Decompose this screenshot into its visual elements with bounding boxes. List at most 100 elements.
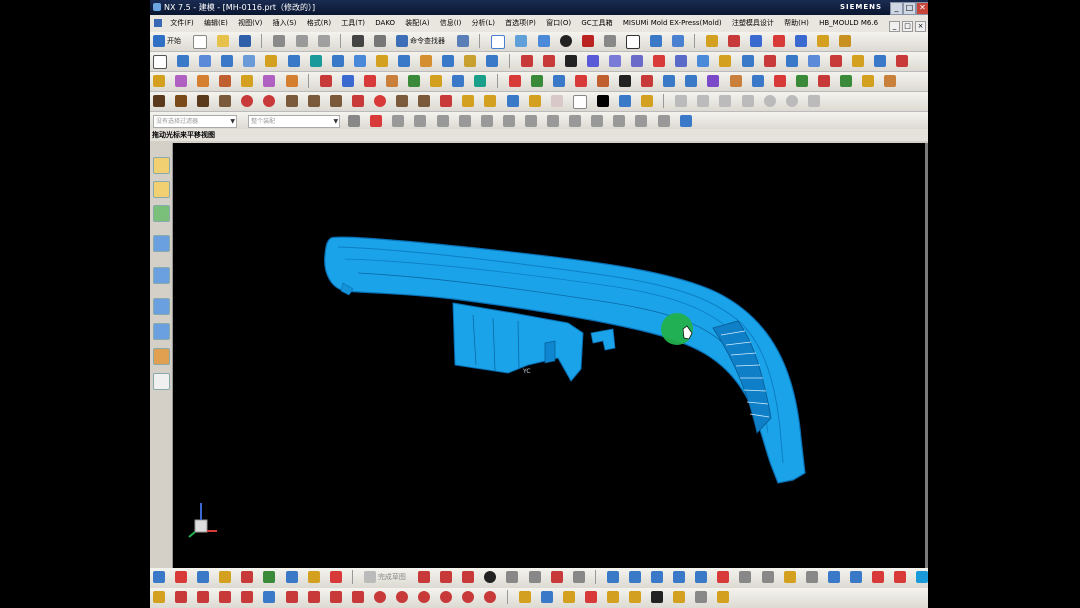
- general-filter-icon[interactable]: [348, 115, 361, 127]
- curve-offset-icon[interactable]: [329, 591, 342, 603]
- layer-icon[interactable]: [672, 35, 685, 47]
- menu-information[interactable]: 信息(I): [436, 15, 466, 32]
- curve-endpoint-icon[interactable]: [484, 591, 497, 603]
- point-tool-icon[interactable]: [807, 95, 820, 107]
- new-file-icon[interactable]: [193, 35, 208, 49]
- sketch-orient-icon[interactable]: [197, 571, 210, 583]
- csys-icon[interactable]: [794, 35, 807, 47]
- curve-point-icon[interactable]: [373, 591, 386, 603]
- snap-existing-icon[interactable]: [524, 115, 537, 127]
- menu-file[interactable]: 文件(F): [166, 15, 198, 32]
- cooling-icon[interactable]: [663, 75, 676, 87]
- hb-support-icon[interactable]: [396, 95, 409, 107]
- offset-region-icon[interactable]: [197, 75, 210, 87]
- curve-info-icon[interactable]: [673, 591, 686, 603]
- parting-icon[interactable]: [474, 75, 487, 87]
- hb-tool-icon[interactable]: [641, 95, 654, 107]
- menu-view[interactable]: 视图(V): [234, 15, 266, 32]
- sketch-arc-icon[interactable]: [462, 571, 475, 583]
- snap-midpoint-icon[interactable]: [414, 115, 427, 127]
- ejector-pin-icon[interactable]: [552, 75, 565, 87]
- roles-icon[interactable]: [153, 348, 170, 365]
- menu-gc-toolkit[interactable]: GC工具箱: [577, 15, 616, 32]
- curve-tool-icon[interactable]: [719, 95, 732, 107]
- hb-pin-icon[interactable]: [285, 95, 298, 107]
- process-studio-icon[interactable]: [153, 323, 170, 340]
- hb-spring-icon[interactable]: [329, 95, 342, 107]
- constraint-navigator-icon[interactable]: [153, 181, 170, 198]
- extract-curve-icon[interactable]: [675, 55, 688, 67]
- electrode-icon[interactable]: [685, 75, 698, 87]
- curve-length-icon[interactable]: [540, 591, 553, 603]
- menu-misumi[interactable]: MISUMi Mold EX-Press(Mold): [619, 15, 726, 32]
- menu-analysis[interactable]: 分析(L): [468, 15, 499, 32]
- redo-icon[interactable]: [373, 35, 386, 47]
- curve-intersect-icon[interactable]: [462, 591, 475, 603]
- snap-quadrant-icon[interactable]: [502, 115, 515, 127]
- curve-export-icon[interactable]: [717, 591, 730, 603]
- snap-control-icon[interactable]: [436, 115, 449, 127]
- hb-sprue-icon[interactable]: [263, 95, 276, 107]
- cut-icon[interactable]: [273, 35, 286, 47]
- sketch-finish-icon[interactable]: [263, 571, 276, 583]
- replace-face-icon[interactable]: [219, 75, 232, 87]
- shell-icon[interactable]: [420, 55, 433, 67]
- sketch-line-icon[interactable]: [440, 571, 453, 583]
- standard-part-icon[interactable]: [530, 75, 543, 87]
- curve-list-icon[interactable]: [695, 591, 708, 603]
- bounded-plane-icon[interactable]: [741, 55, 754, 67]
- arc-icon[interactable]: [542, 55, 555, 67]
- hb-lifter-icon[interactable]: [418, 95, 431, 107]
- maximize-button[interactable]: □: [903, 2, 916, 15]
- snap-pole-icon[interactable]: [635, 115, 648, 127]
- black-color-icon[interactable]: [596, 95, 609, 107]
- shrinkage-icon[interactable]: [386, 75, 399, 87]
- swept-icon[interactable]: [719, 55, 732, 67]
- system-materials-icon[interactable]: [153, 373, 170, 390]
- curve-tangent-icon[interactable]: [440, 591, 453, 603]
- polyline-tool-icon[interactable]: [697, 95, 710, 107]
- menu-preferences[interactable]: 首选项(P): [501, 15, 540, 32]
- model-view[interactable]: YC: [173, 143, 925, 568]
- close-window-button[interactable]: ✕: [916, 2, 928, 15]
- bom-icon[interactable]: [751, 75, 764, 87]
- hole-table-icon[interactable]: [795, 75, 808, 87]
- offset-curve-icon[interactable]: [608, 55, 621, 67]
- view-right-icon[interactable]: [651, 571, 664, 583]
- curve-start-icon[interactable]: [153, 591, 165, 603]
- curve-center-icon[interactable]: [396, 591, 409, 603]
- snap-center-icon[interactable]: [480, 115, 493, 127]
- hb-slide-icon[interactable]: [440, 95, 453, 107]
- zoom-icon[interactable]: [515, 35, 528, 47]
- revolve-icon[interactable]: [199, 55, 212, 67]
- start-icon[interactable]: [153, 35, 165, 47]
- snap-view-icon[interactable]: [649, 35, 662, 47]
- pocket-mold-icon[interactable]: [729, 75, 742, 87]
- cylinder-icon[interactable]: [243, 55, 256, 67]
- sketch-chamfer-icon[interactable]: [528, 571, 541, 583]
- measure-icon[interactable]: [816, 35, 829, 47]
- assembly-navigator-icon[interactable]: [153, 157, 170, 174]
- view-mark-icon[interactable]: [894, 571, 907, 583]
- part-navigator-icon[interactable]: [153, 205, 170, 222]
- snap-intersection-icon[interactable]: [458, 115, 471, 127]
- point-icon[interactable]: [772, 35, 785, 47]
- menu-window[interactable]: 窗口(O): [542, 15, 575, 32]
- finish-sketch-icon[interactable]: [363, 571, 376, 583]
- snap-bounded-icon[interactable]: [591, 115, 604, 127]
- mold-csys-icon[interactable]: [363, 75, 376, 87]
- casting-icon[interactable]: [862, 75, 875, 87]
- web-browser-icon[interactable]: [153, 267, 170, 284]
- intersect-curve-icon[interactable]: [653, 55, 666, 67]
- paste-icon[interactable]: [317, 35, 330, 47]
- through-curves-icon[interactable]: [697, 55, 710, 67]
- shaded-cube-icon[interactable]: [537, 35, 550, 47]
- view-light-icon[interactable]: [783, 571, 796, 583]
- edge-blend-icon[interactable]: [375, 55, 388, 67]
- type-filter-dropdown[interactable]: 没有选择过滤器 ▼: [153, 115, 237, 128]
- curve-line-icon[interactable]: [175, 591, 188, 603]
- hb-notes-icon[interactable]: [550, 95, 563, 107]
- hb-locate-ring-icon[interactable]: [241, 95, 254, 107]
- menu-format[interactable]: 格式(R): [303, 15, 335, 32]
- profile-icon[interactable]: [418, 571, 431, 583]
